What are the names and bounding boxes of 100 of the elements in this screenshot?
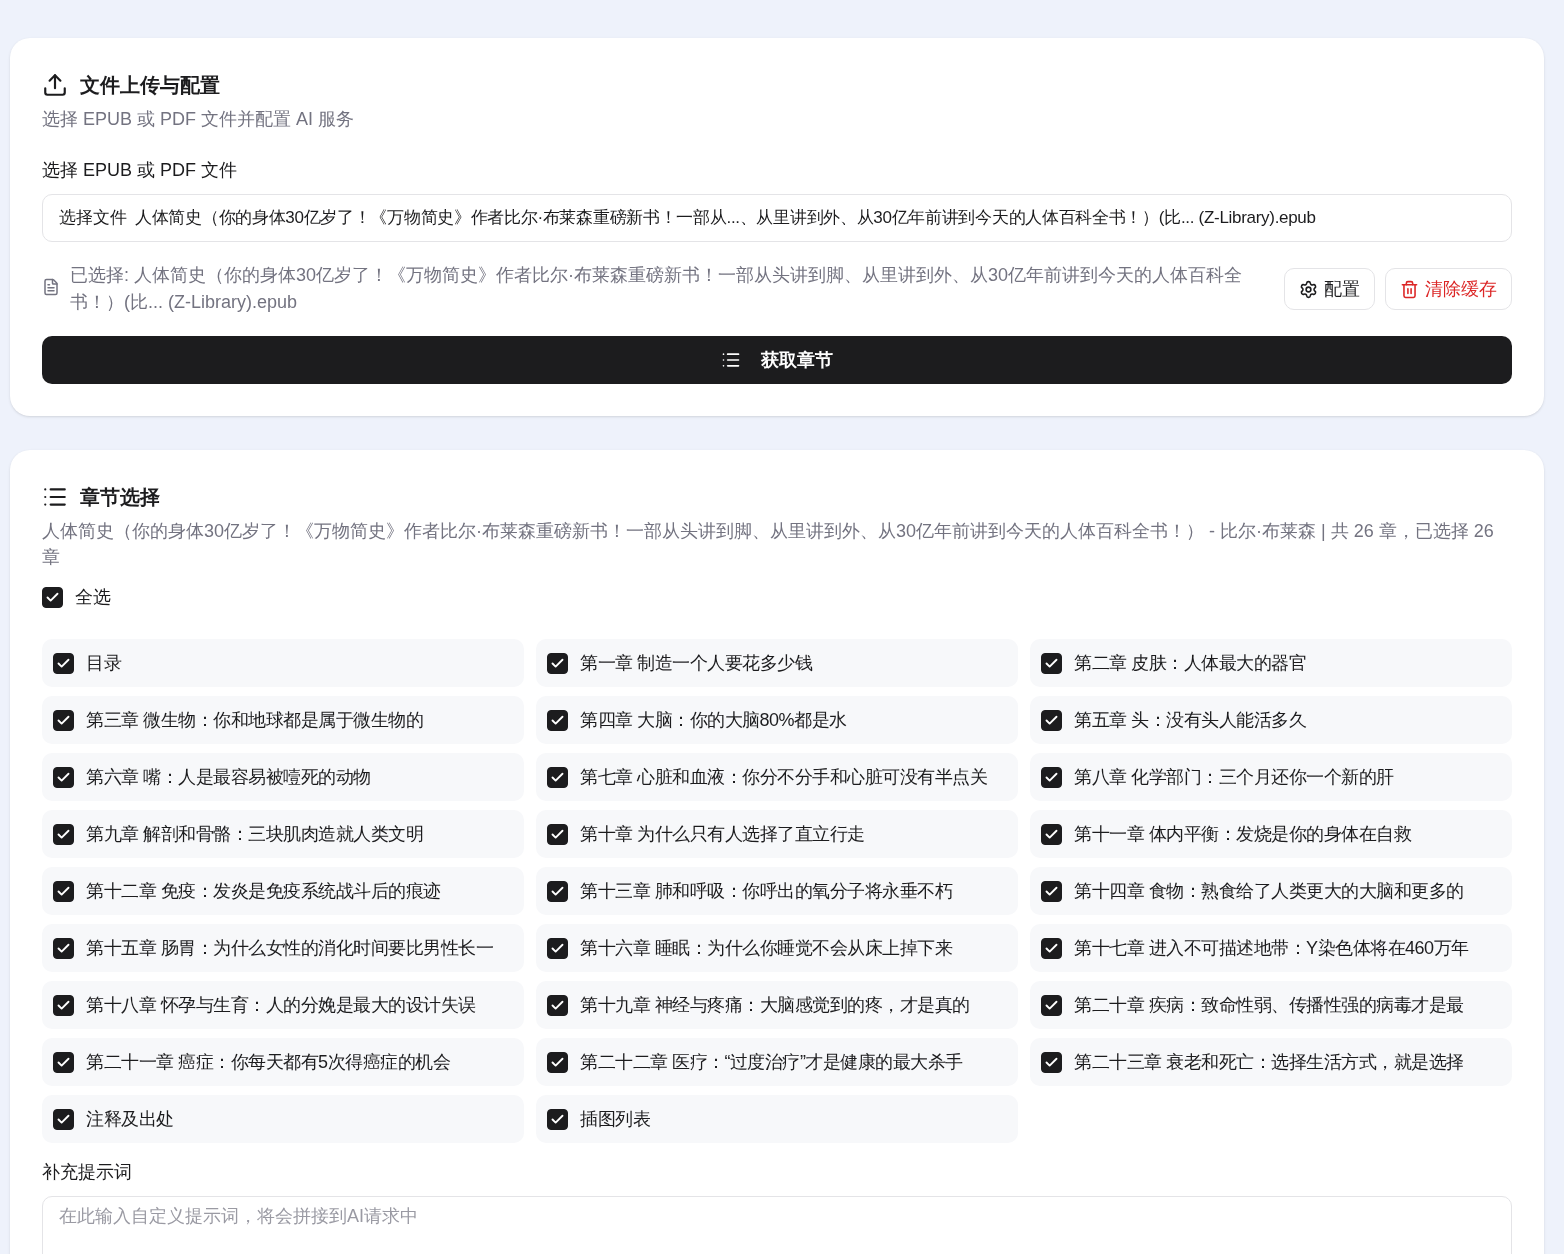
chapter-item[interactable]: 插图列表 [536,1095,1018,1143]
chapter-checkbox[interactable] [53,937,74,959]
chapter-checkbox[interactable] [1041,652,1062,674]
selected-file-text: 已选择: 人体简史（你的身体30亿岁了！《万物简史》作者比尔·布莱森重磅新书！一部从头讲到脚、从里讲到外、从30亿年前讲到今天的人体百科全书！）(比... (Z-Library).epub [70,264,1244,314]
choose-file-button[interactable]: 选择文件 [59,205,127,231]
file-name: 人体简史（你的身体30亿岁了！《万物简史》作者比尔·布莱森重磅新书！一部从...、从里讲到外、从30亿年前讲到今天的人体百科全书！）(比... (Z-Library).epub [135,207,1316,230]
card-title: 文件上传与配置 [80,73,220,98]
chapter-checkbox[interactable] [1041,880,1062,902]
chapter-label: 第九章 解剖和骨骼：三块肌肉造就人类文明 [86,822,423,846]
list-icon [721,350,741,370]
chapter-item[interactable]: 第十三章 肺和呼吸：你呼出的氧分子将永垂不朽 [536,867,1018,915]
chapter-item[interactable]: 第十七章 进入不可描述地带：Y染色体将在460万年 [1030,924,1512,972]
chapter-checkbox[interactable] [53,994,74,1016]
chapter-label: 第一章 制造一个人要花多少钱 [580,651,812,675]
settings-icon [1299,279,1318,299]
chapter-checkbox[interactable] [53,823,74,845]
chapter-checkbox[interactable] [1041,709,1062,731]
chapter-item[interactable]: 第十章 为什么只有人选择了直立行走 [536,810,1018,858]
chapter-label: 第二十一章 癌症：你每天都有5次得癌症的机会 [86,1050,450,1074]
chapter-label: 第四章 大脑：你的大脑80%都是水 [580,708,847,732]
book-summary: 人体简史（你的身体30亿岁了！《万物简史》作者比尔·布莱森重磅新书！一部从头讲到脚、从里讲到外、从30亿年前讲到今天的人体百科全书！） - 比尔·布莱森 | 共 26 章，已选择 26 章 [42,520,1495,569]
chapter-label: 第七章 心脏和血液：你分不分手和心脏可没有半点关 [580,765,987,789]
chapter-item[interactable]: 第一章 制造一个人要花多少钱 [536,639,1018,687]
card-title: 章节选择 [80,485,160,510]
chapter-label: 第六章 嘴：人是最容易被噎死的动物 [86,765,371,789]
select-all-checkbox[interactable] [42,587,63,608]
prompt-field[interactable]: 在此输入自定义提示词，将会拼接到AI请求中 [42,1196,1512,1254]
chapter-item[interactable]: 第五章 头：没有头人能活多久 [1030,696,1512,744]
chapter-checkbox[interactable] [53,766,74,788]
chapter-checkbox[interactable] [1041,994,1062,1016]
chapter-label: 第二十章 疾病：致命性弱、传播性强的病毒才是最 [1074,993,1464,1017]
chapter-checkbox[interactable] [547,709,568,731]
chapter-checkbox[interactable] [547,994,568,1016]
chapter-label: 第十六章 睡眠：为什么你睡觉不会从床上掉下来 [580,936,952,960]
chapter-item[interactable]: 第十四章 食物：熟食给了人类更大的大脑和更多的 [1030,867,1512,915]
chapter-item[interactable]: 第十二章 免疫：发炎是免疫系统战斗后的痕迹 [42,867,524,915]
chapter-checkbox[interactable] [547,823,568,845]
chapter-label: 第十章 为什么只有人选择了直立行走 [580,822,865,846]
file-input[interactable]: 选择文件 人体简史（你的身体30亿岁了！《万物简史》作者比尔·布莱森重磅新书！一部从...、从里讲到外、从30亿年前讲到今天的人体百科全书！）(比... (Z-Library).epub [42,194,1512,242]
chapter-checkbox[interactable] [1041,823,1062,845]
chapter-label: 第十五章 肠胃：为什么女性的消化时间要比男性长一 [86,936,493,960]
chapter-checkbox[interactable] [53,880,74,902]
chapter-item[interactable]: 第八章 化学部门：三个月还你一个新的肝 [1030,753,1512,801]
chapter-checkbox[interactable] [1041,937,1062,959]
chapter-item[interactable]: 第十五章 肠胃：为什么女性的消化时间要比男性长一 [42,924,524,972]
chapter-label: 第十八章 怀孕与生育：人的分娩是最大的设计失误 [86,993,476,1017]
chapter-label: 第十二章 免疫：发炎是免疫系统战斗后的痕迹 [86,879,441,903]
chapter-item[interactable]: 第三章 微生物：你和地球都是属于微生物的 [42,696,524,744]
chapter-item[interactable]: 第二十一章 癌症：你每天都有5次得癌症的机会 [42,1038,524,1086]
chapter-label: 目录 [86,651,121,675]
chapter-item[interactable]: 第九章 解剖和骨骼：三块肌肉造就人类文明 [42,810,524,858]
chapter-label: 第八章 化学部门：三个月还你一个新的肝 [1074,765,1394,789]
chapter-label: 第十四章 食物：熟食给了人类更大的大脑和更多的 [1074,879,1464,903]
chapter-item[interactable]: 第七章 心脏和血液：你分不分手和心脏可没有半点关 [536,753,1018,801]
chapter-checkbox[interactable] [547,766,568,788]
select-all-label: 全选 [75,586,111,609]
chapter-item[interactable]: 第十六章 睡眠：为什么你睡觉不会从床上掉下来 [536,924,1018,972]
chapter-checkbox[interactable] [547,652,568,674]
chapter-label: 第五章 头：没有头人能活多久 [1074,708,1306,732]
document-icon [42,278,60,296]
chapter-checkbox[interactable] [53,1108,74,1130]
card-subtitle: 选择 EPUB 或 PDF 文件并配置 AI 服务 [42,108,356,131]
chapter-item[interactable]: 第二十三章 衰老和死亡：选择生活方式，就是选择 [1030,1038,1512,1086]
trash-icon [1400,279,1419,299]
chapter-item[interactable]: 第二十章 疾病：致命性弱、传播性强的病毒才是最 [1030,981,1512,1029]
chapter-item[interactable]: 第十一章 体内平衡：发烧是你的身体在自救 [1030,810,1512,858]
chapter-checkbox[interactable] [53,1051,74,1073]
chapter-label: 第十七章 进入不可描述地带：Y染色体将在460万年 [1074,936,1469,960]
fetch-chapters-button[interactable]: 获取章节 [42,336,1512,384]
chapter-checkbox[interactable] [547,937,568,959]
chapter-label: 第十三章 肺和呼吸：你呼出的氧分子将永垂不朽 [580,879,952,903]
chapter-item[interactable]: 注释及出处 [42,1095,524,1143]
chapter-item[interactable]: 第二章 皮肤：人体最大的器官 [1030,639,1512,687]
config-button[interactable]: 配置 [1284,268,1375,310]
chapter-checkbox[interactable] [1041,766,1062,788]
chapter-item[interactable]: 第二十二章 医疗：“过度治疗”才是健康的最大杀手 [536,1038,1018,1086]
chapter-item[interactable]: 第四章 大脑：你的大脑80%都是水 [536,696,1018,744]
chapter-label: 第三章 微生物：你和地球都是属于微生物的 [86,708,423,732]
chapter-checkbox[interactable] [547,880,568,902]
chapter-item[interactable]: 目录 [42,639,524,687]
field-label: 补充提示词 [42,1161,133,1184]
chapter-label: 第二十三章 衰老和死亡：选择生活方式，就是选择 [1074,1050,1464,1074]
check-icon [45,590,60,605]
chapter-checkbox[interactable] [53,652,74,674]
chapter-checkbox[interactable] [1041,1051,1062,1073]
chapter-item[interactable]: 第十九章 神经与疼痛：大脑感觉到的疼，才是真的 [536,981,1018,1029]
chapter-label: 第二章 皮肤：人体最大的器官 [1074,651,1306,675]
upload-icon [42,72,68,98]
chapter-label: 插图列表 [580,1107,650,1131]
chapter-label: 第十一章 体内平衡：发烧是你的身体在自救 [1074,822,1411,846]
chapter-checkbox[interactable] [547,1108,568,1130]
chapter-checkbox[interactable] [53,709,74,731]
field-label: 选择 EPUB 或 PDF 文件 [42,159,239,182]
chapter-item[interactable]: 第十八章 怀孕与生育：人的分娩是最大的设计失误 [42,981,524,1029]
chapter-item[interactable]: 第六章 嘴：人是最容易被噎死的动物 [42,753,524,801]
chapter-checkbox[interactable] [547,1051,568,1073]
chapter-label: 注释及出处 [86,1107,174,1131]
chapter-label: 第十九章 神经与疼痛：大脑感觉到的疼，才是真的 [580,993,970,1017]
chapter-label: 第二十二章 医疗：“过度治疗”才是健康的最大杀手 [580,1050,963,1074]
clear-cache-button[interactable]: 清除缓存 [1385,268,1512,310]
